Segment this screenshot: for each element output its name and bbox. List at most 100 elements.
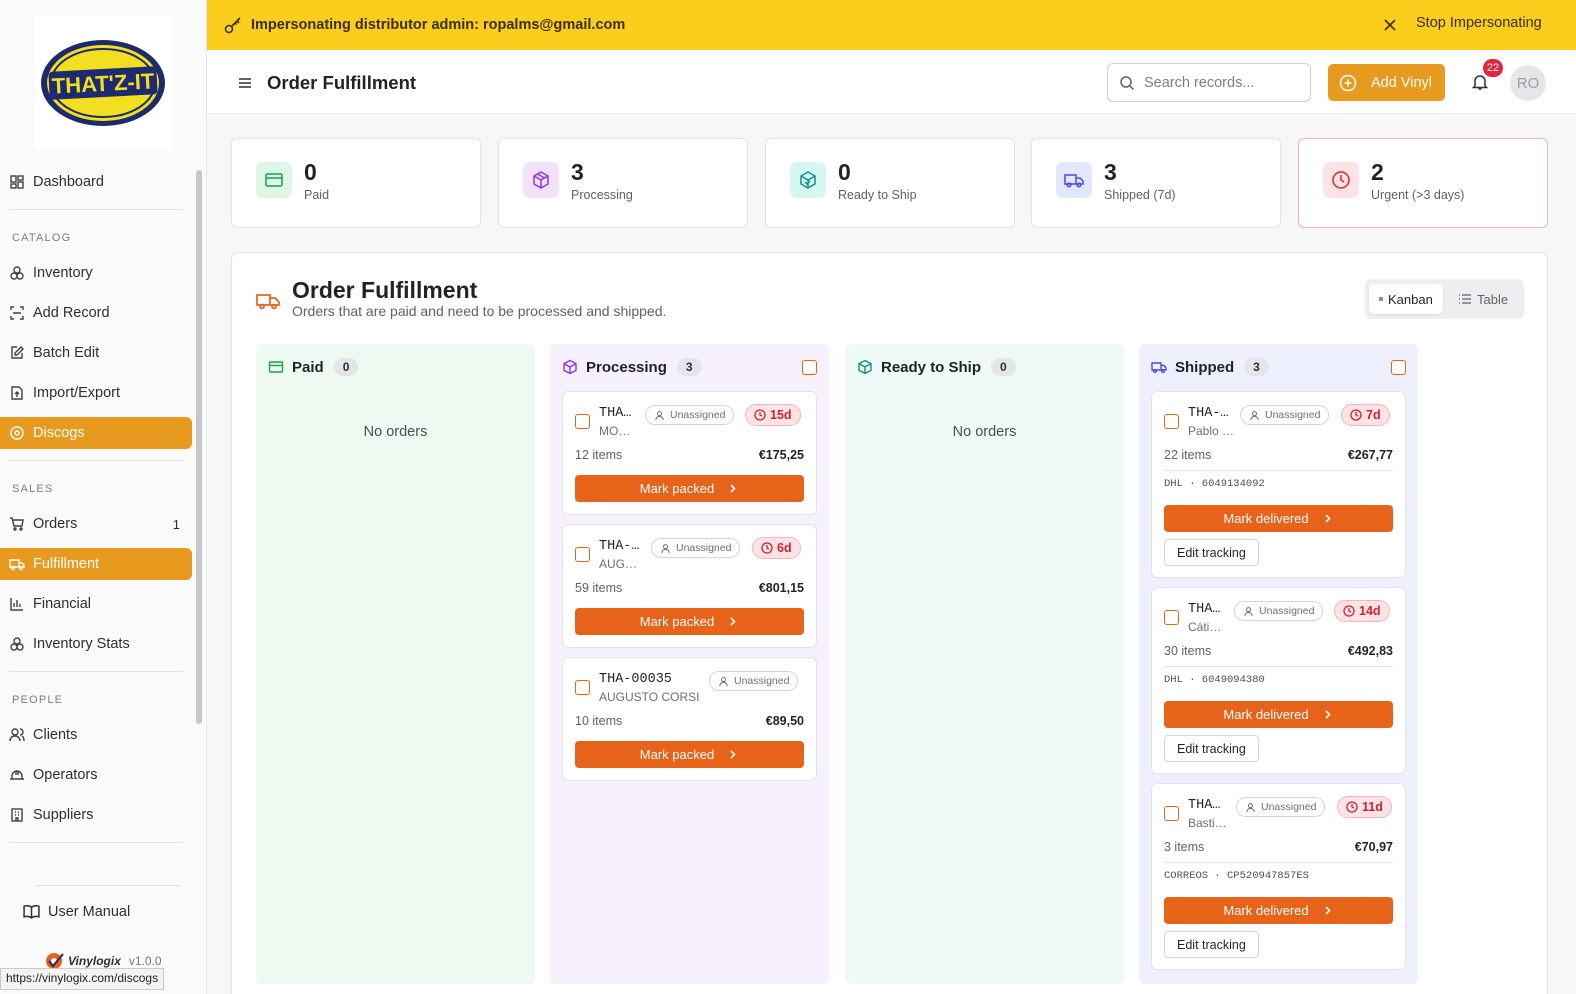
column-count: 0 xyxy=(333,358,359,376)
mark-packed-button[interactable]: Mark packed xyxy=(575,475,804,502)
close-icon[interactable] xyxy=(1381,16,1399,34)
package-check-icon xyxy=(800,171,816,189)
tracking-info: DHL · 6049134092 xyxy=(1164,478,1265,490)
sidebar-item-label: Add Record xyxy=(33,305,110,321)
sidebar-item-inventory[interactable]: Inventory xyxy=(0,257,192,289)
assignee-badge[interactable]: Unassigned xyxy=(1236,797,1326,817)
section-title-catalog: CATALOG xyxy=(12,232,72,244)
truck-icon xyxy=(9,559,25,571)
user-manual-link[interactable]: User Manual xyxy=(23,903,130,920)
clock-icon xyxy=(1346,801,1358,813)
sidebar-item-add-record[interactable]: Add Record xyxy=(0,297,192,329)
sidebar-item-import-export[interactable]: Import/Export xyxy=(0,377,192,409)
truck-icon xyxy=(1064,174,1084,188)
sidebar-item-discogs[interactable]: Discogs xyxy=(0,417,192,449)
column-header: Shipped 3 xyxy=(1151,358,1269,376)
sidebar-item-suppliers[interactable]: Suppliers xyxy=(0,799,192,831)
sidebar-divider xyxy=(35,885,181,886)
sidebar-item-operators[interactable]: Operators xyxy=(0,759,192,791)
order-checkbox[interactable] xyxy=(1164,414,1179,429)
sidebar-item-orders[interactable]: Orders 1 xyxy=(0,508,192,540)
order-checkbox[interactable] xyxy=(1164,610,1179,625)
order-card[interactable]: THA… MO… Unassigned 15d 12 items €175,25… xyxy=(562,391,817,515)
assignee-badge[interactable]: Unassigned xyxy=(709,671,799,691)
bar-chart-icon xyxy=(10,598,23,611)
sidebar-item-inventory-stats[interactable]: Inventory Stats xyxy=(0,628,192,660)
page-title: Order Fulfillment xyxy=(267,72,417,93)
sidebar-item-financial[interactable]: Financial xyxy=(0,588,192,620)
panel-subtitle: Orders that are paid and need to be proc… xyxy=(292,303,667,319)
sidebar-item-dashboard[interactable]: Dashboard xyxy=(0,166,192,198)
item-count: 30 items xyxy=(1164,644,1212,658)
action-label: Mark delivered xyxy=(1223,707,1309,722)
order-total: €801,15 xyxy=(758,581,804,595)
sidebar-item-fulfillment[interactable]: Fulfillment xyxy=(0,548,192,580)
stop-impersonating-button[interactable]: Stop Impersonating xyxy=(1416,15,1542,31)
mark-packed-button[interactable]: Mark packed xyxy=(575,608,804,635)
assignee-badge[interactable]: Unassigned xyxy=(645,405,735,425)
action-label: Mark packed xyxy=(639,747,715,762)
truck-icon xyxy=(1151,362,1167,374)
order-id: THA-… xyxy=(1188,406,1229,421)
list-icon xyxy=(1459,294,1471,304)
select-all-checkbox[interactable] xyxy=(1391,360,1406,375)
order-checkbox[interactable] xyxy=(1164,806,1179,821)
edit-tracking-button[interactable]: Edit tracking xyxy=(1164,539,1259,566)
assignee-badge[interactable]: Unassigned xyxy=(1240,405,1330,425)
edit-tracking-button[interactable]: Edit tracking xyxy=(1164,931,1259,958)
order-card[interactable]: THA-… Pablo … Unassigned 7d 22 items €26… xyxy=(1151,391,1406,578)
order-checkbox[interactable] xyxy=(575,680,590,695)
avatar[interactable]: RO xyxy=(1510,65,1546,101)
mark-packed-button[interactable]: Mark packed xyxy=(575,741,804,768)
sidebar-divider xyxy=(9,460,183,461)
package-check-icon xyxy=(858,359,872,375)
order-total: €70,97 xyxy=(1354,840,1393,854)
user-icon xyxy=(655,410,664,420)
scrollbar-thumb[interactable] xyxy=(196,170,202,724)
bell-icon[interactable] xyxy=(1471,73,1489,91)
sidebar-item-label: Dashboard xyxy=(33,174,104,190)
order-card[interactable]: THA… Basti… Unassigned 11d 3 items €70,9… xyxy=(1151,783,1406,970)
order-checkbox[interactable] xyxy=(575,547,590,562)
sidebar-scrollbar[interactable] xyxy=(194,168,204,868)
order-checkbox[interactable] xyxy=(575,414,590,429)
column-count: 3 xyxy=(676,358,702,376)
dashboard-icon xyxy=(10,175,24,189)
assignee-badge[interactable]: Unassigned xyxy=(651,538,741,558)
clock-icon xyxy=(761,542,773,554)
select-all-checkbox[interactable] xyxy=(802,360,817,375)
sidebar-item-label: Suppliers xyxy=(33,807,94,823)
book-icon xyxy=(23,905,40,919)
action-label: Mark packed xyxy=(639,481,715,496)
assignee-label: Unassigned xyxy=(670,409,726,421)
assignee-label: Unassigned xyxy=(1259,605,1315,617)
order-card[interactable]: THA-… AUG… Unassigned 6d 59 items €801,1… xyxy=(562,524,817,648)
assignee-badge[interactable]: Unassigned xyxy=(1234,601,1324,621)
add-vinyl-button[interactable]: Add Vinyl xyxy=(1328,64,1445,101)
view-table-button[interactable]: Table xyxy=(1448,284,1518,314)
sidebar-item-label: Financial xyxy=(33,596,92,612)
order-card[interactable]: THA-00035 AUGUSTO CORSI Unassigned 10 it… xyxy=(562,657,817,781)
order-card[interactable]: THA… Cáti… Unassigned 14d 30 items €492,… xyxy=(1151,587,1406,774)
mark-delivered-button[interactable]: Mark delivered xyxy=(1164,701,1393,728)
view-kanban-button[interactable]: Kanban xyxy=(1369,284,1443,314)
stat-icon-box xyxy=(1323,162,1359,198)
age-badge: 7d xyxy=(1341,404,1390,426)
order-id: THA… xyxy=(1188,602,1221,617)
status-bar-url: https://vinylogix.com/discogs xyxy=(0,968,165,990)
sidebar-item-clients[interactable]: Clients xyxy=(0,719,192,751)
menu-icon[interactable] xyxy=(236,74,254,92)
column-title: Paid xyxy=(292,358,324,376)
stat-card-shipped: 3 Shipped (7d) xyxy=(1031,138,1281,228)
boxes-icon xyxy=(10,637,24,651)
order-total: €267,77 xyxy=(1347,448,1393,462)
mark-delivered-button[interactable]: Mark delivered xyxy=(1164,897,1393,924)
order-id: THA… xyxy=(599,406,632,421)
mark-delivered-button[interactable]: Mark delivered xyxy=(1164,505,1393,532)
search-input[interactable]: Search records... xyxy=(1107,63,1311,102)
sidebar-item-batch-edit[interactable]: Batch Edit xyxy=(0,337,192,369)
disc-icon xyxy=(10,426,24,440)
edit-tracking-button[interactable]: Edit tracking xyxy=(1164,735,1259,762)
company-logo[interactable]: THAT'Z-IT xyxy=(35,15,171,150)
assignee-label: Unassigned xyxy=(1265,409,1321,421)
